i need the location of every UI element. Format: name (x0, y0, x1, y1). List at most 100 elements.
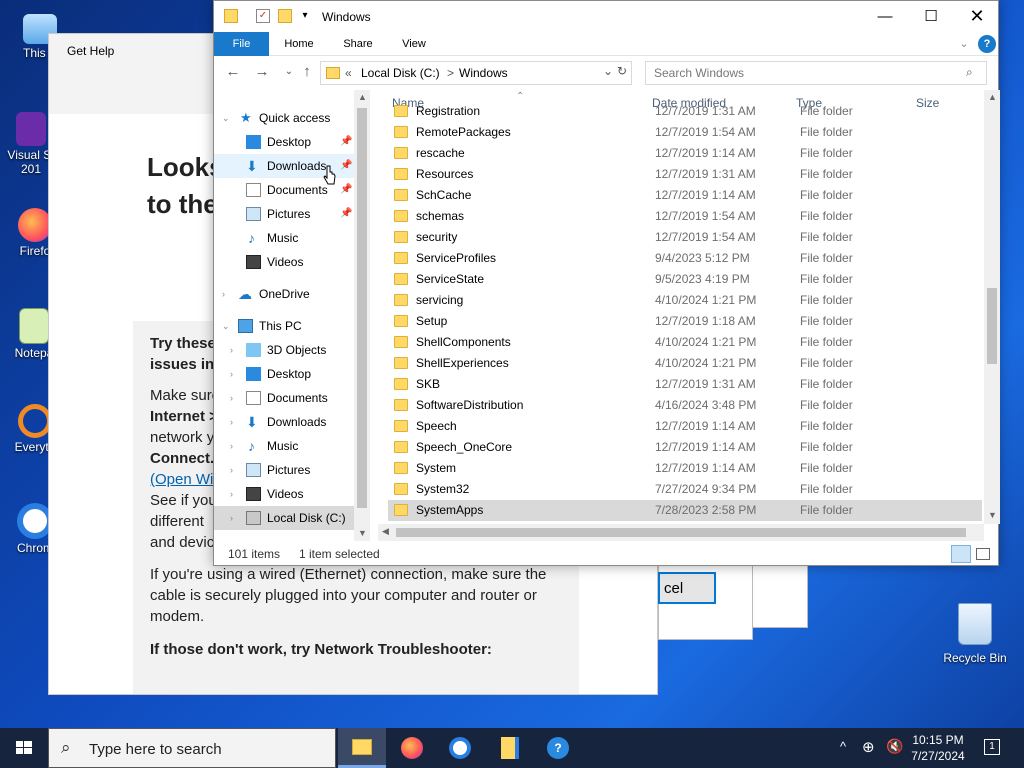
nav-qa-pictures[interactable]: Pictures 📌 (214, 202, 354, 226)
file-row[interactable]: ShellExperiences 4/10/2024 1:21 PM File fo… (388, 353, 982, 374)
tab-file[interactable]: File (214, 32, 269, 56)
maximize-button[interactable]: ☐ (908, 1, 954, 32)
expand-chevron-icon[interactable]: › (230, 410, 233, 434)
expand-ribbon-icon[interactable]: ⌄ (954, 32, 974, 56)
nav-pc-videos[interactable]: › Videos (214, 482, 354, 506)
file-row[interactable]: ShellComponents 4/10/2024 1:21 PM File fol… (388, 332, 982, 353)
file-list-scrollbar[interactable]: ▲ ▼ (984, 90, 1000, 524)
file-row[interactable]: servicing 4/10/2024 1:21 PM File folder (388, 290, 982, 311)
expand-chevron-icon[interactable]: › (230, 506, 233, 530)
scrollbar-thumb[interactable] (987, 288, 997, 364)
scrollbar-thumb[interactable] (396, 528, 966, 537)
scroll-down-icon[interactable]: ▼ (988, 510, 997, 520)
breadcrumb-windows[interactable]: Windows (459, 66, 508, 80)
breadcrumb-local-disk[interactable]: Local Disk (C:) (361, 66, 440, 80)
large-icons-view-icon[interactable] (976, 548, 990, 560)
search-input[interactable]: Search Windows ⌕ (645, 61, 987, 85)
tab-share[interactable]: Share (332, 32, 384, 56)
expand-chevron-icon[interactable]: › (230, 338, 233, 362)
file-row[interactable]: RemotePackages 12/7/2019 1:54 AM File fold… (388, 122, 982, 143)
show-hidden-icons-chevron[interactable]: ^ (840, 739, 846, 754)
file-row[interactable]: SystemApps 7/28/2023 2:58 PM File folder (388, 500, 982, 521)
file-name: System (416, 461, 457, 475)
nav-pc-3d-objects[interactable]: › 3D Objects (214, 338, 354, 362)
address-bar[interactable]: « Local Disk (C:) > Windows ⌄ ↻ (320, 61, 632, 85)
forward-button[interactable]: → (251, 61, 273, 83)
cancel-button[interactable]: cel (658, 572, 716, 604)
tab-view[interactable]: View (390, 32, 438, 56)
file-row[interactable]: SKB 12/7/2019 1:31 AM File folder (388, 374, 982, 395)
file-row[interactable]: ServiceProfiles 9/4/2023 5:12 PM File fold… (388, 248, 982, 269)
taskbar-get-help[interactable]: ? (534, 728, 582, 768)
up-button[interactable]: ↑ (296, 61, 318, 83)
scroll-up-icon[interactable]: ▲ (988, 92, 997, 102)
scrollbar-thumb[interactable] (357, 108, 367, 508)
nav-pc-music[interactable]: › ♪ Music (214, 434, 354, 458)
nav-qa-videos[interactable]: Videos (214, 250, 354, 274)
scroll-up-icon[interactable]: ▲ (358, 92, 367, 102)
nav-label: Downloads (267, 159, 327, 173)
close-button[interactable]: ✕ (954, 1, 1000, 32)
taskbar-search-input[interactable]: ⌕ Type here to search (48, 728, 336, 768)
scroll-left-icon[interactable]: ◀ (382, 526, 389, 537)
nav-this-pc[interactable]: ⌄ This PC (214, 314, 354, 338)
taskbar-file-explorer[interactable] (338, 728, 386, 768)
taskbar-clock[interactable]: 10:15 PM 7/27/2024 (900, 732, 976, 764)
taskbar-chrome[interactable] (436, 728, 484, 768)
open-wifi-settings-link[interactable]: (Open Wi- (150, 471, 218, 488)
file-row[interactable]: schemas 12/7/2019 1:54 AM File folder (388, 206, 982, 227)
start-button[interactable] (0, 728, 48, 768)
file-row[interactable]: Speech 12/7/2019 1:14 AM File folder (388, 416, 982, 437)
file-row[interactable]: Speech_OneCore 12/7/2019 1:14 AM File fold… (388, 437, 982, 458)
desktop-icon-recycle-bin[interactable]: Recycle Bin (940, 600, 1010, 665)
expand-chevron-icon[interactable]: › (230, 458, 233, 482)
taskbar-firefox[interactable] (388, 728, 436, 768)
details-view-icon[interactable] (951, 545, 971, 563)
file-row[interactable]: SchCache 12/7/2019 1:14 AM File folder (388, 185, 982, 206)
file-row[interactable]: ServiceState 9/5/2023 4:19 PM File folder (388, 269, 982, 290)
nav-pc-downloads[interactable]: › ⬇ Downloads (214, 410, 354, 434)
nav-pc-documents[interactable]: › Documents (214, 386, 354, 410)
network-icon[interactable]: ⊕ (862, 738, 875, 756)
file-type: File folder (800, 356, 853, 370)
address-dropdown-icon[interactable]: ⌄ (603, 64, 613, 78)
help-icon[interactable]: ? (978, 35, 996, 53)
file-row[interactable]: Registration 12/7/2019 1:31 AM File folder (388, 101, 982, 122)
nav-pc-pictures[interactable]: › Pictures (214, 458, 354, 482)
expand-chevron-icon[interactable]: › (230, 434, 233, 458)
expand-chevron-icon[interactable]: › (222, 282, 225, 306)
expand-chevron-icon[interactable]: ⌄ (222, 314, 230, 338)
file-row[interactable]: System32 7/27/2024 9:34 PM File folder (388, 479, 982, 500)
file-row[interactable]: SoftwareDistribution 4/16/2024 3:48 PM Fil… (388, 395, 982, 416)
file-row[interactable]: Resources 12/7/2019 1:31 AM File folder (388, 164, 982, 185)
back-button[interactable]: ← (222, 61, 244, 83)
file-date: 7/28/2023 2:58 PM (655, 503, 757, 517)
refresh-icon[interactable]: ↻ (617, 64, 627, 78)
file-row[interactable]: Setup 12/7/2019 1:18 AM File folder (388, 311, 982, 332)
file-row[interactable]: System 12/7/2019 1:14 AM File folder (388, 458, 982, 479)
customize-quick-access-icon[interactable]: ▾ (298, 9, 312, 23)
nav-pc-local-disk[interactable]: › Local Disk (C:) (214, 506, 354, 530)
expand-chevron-icon[interactable]: › (230, 362, 233, 386)
new-folder-icon[interactable] (278, 9, 292, 23)
nav-onedrive[interactable]: › ☁ OneDrive (214, 282, 354, 306)
suggestion-text-4: If those don't work, try Network Trouble… (150, 641, 492, 658)
notification-icon[interactable]: 1 (984, 739, 1000, 755)
nav-qa-music[interactable]: ♪ Music (214, 226, 354, 250)
tab-home[interactable]: Home (274, 32, 324, 56)
expand-chevron-icon[interactable]: › (230, 386, 233, 410)
navigation-scrollbar[interactable]: ▲ ▼ (354, 90, 370, 541)
nav-quick-access[interactable]: ⌄ ★ Quick access (214, 106, 354, 130)
taskbar-notes-app[interactable] (486, 728, 534, 768)
nav-qa-desktop[interactable]: Desktop 📌 (214, 130, 354, 154)
minimize-button[interactable]: — (862, 1, 908, 32)
file-row[interactable]: security 12/7/2019 1:54 AM File folder (388, 227, 982, 248)
file-row[interactable]: rescache 12/7/2019 1:14 AM File folder (388, 143, 982, 164)
nav-pc-desktop[interactable]: › Desktop (214, 362, 354, 386)
properties-icon[interactable]: ✓ (256, 9, 270, 23)
expand-chevron-icon[interactable]: ⌄ (222, 106, 230, 130)
expand-chevron-icon[interactable]: › (230, 482, 233, 506)
scroll-down-icon[interactable]: ▼ (358, 528, 367, 538)
horizontal-scrollbar[interactable]: ◀ (378, 524, 984, 541)
address-overflow[interactable]: « (345, 66, 352, 80)
